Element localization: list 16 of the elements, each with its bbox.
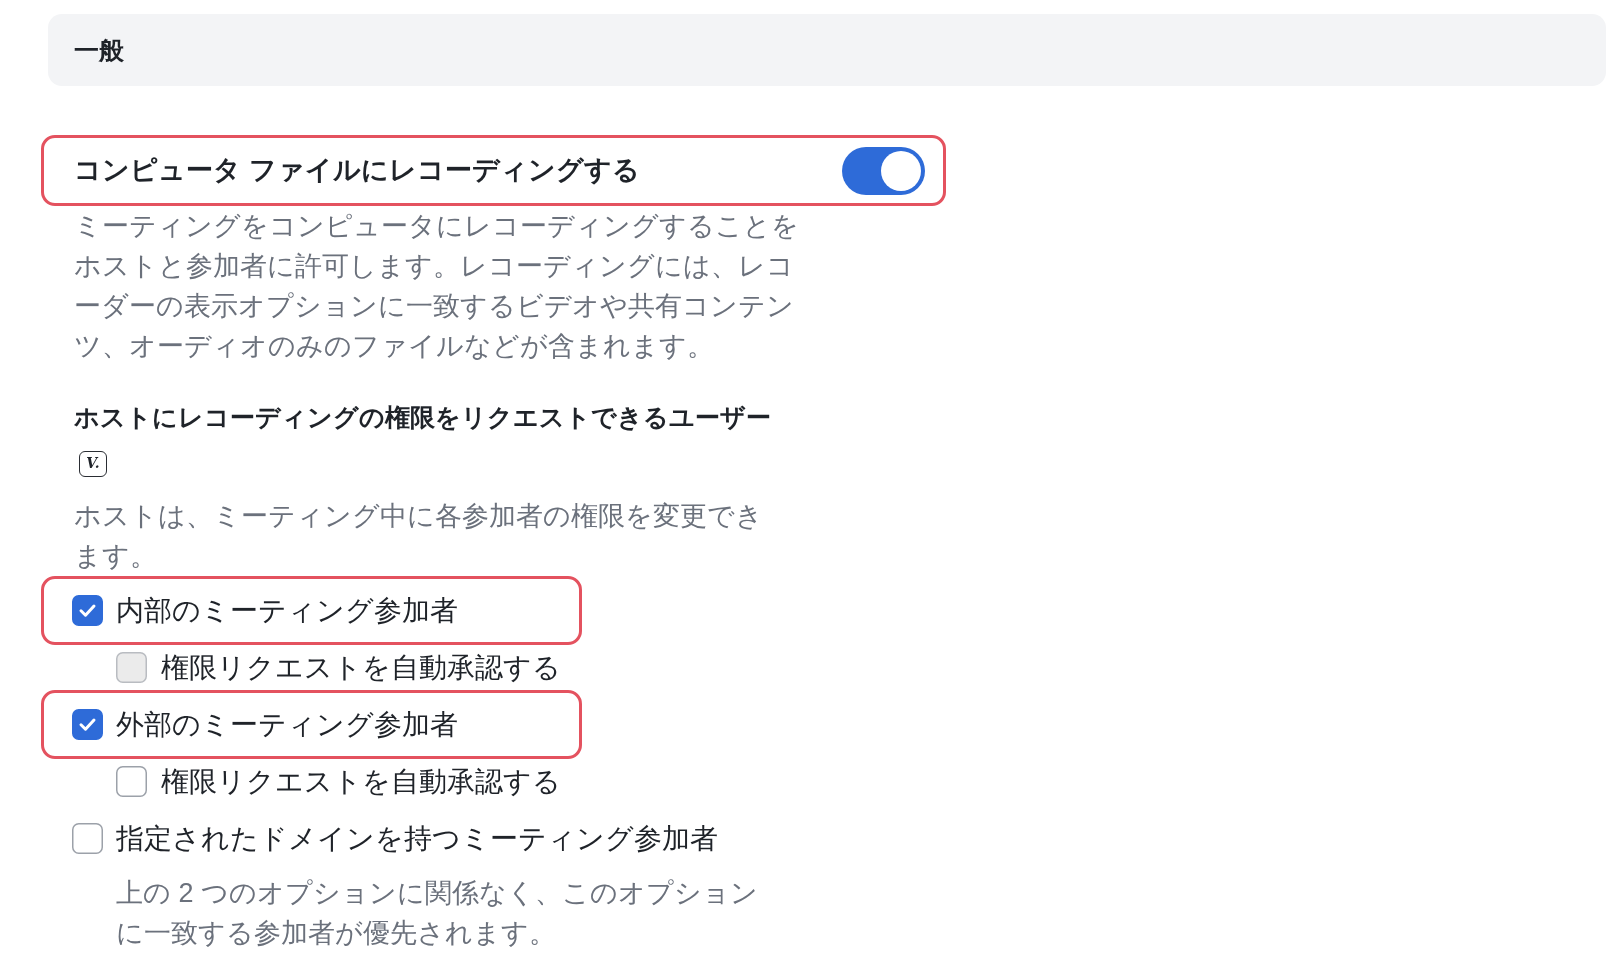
letter-badge: V. <box>79 451 107 477</box>
option-description: 上の 2 つのオプションに関係なく、このオプションに一致する参加者が優先されます。 <box>116 877 760 950</box>
checkbox-label[interactable]: 外部のミーティング参加者 <box>116 707 458 742</box>
checkbox[interactable] <box>72 595 103 626</box>
group-description: ホストは、ミーティング中に各参加者の権限を変更できます。 <box>74 500 764 573</box>
checkbox-label[interactable]: 権限リクエストを自動承認する <box>161 764 561 799</box>
setting-title: コンピュータ ファイルにレコーディングする <box>74 154 640 187</box>
checkbox[interactable] <box>116 766 147 797</box>
group-heading: ホストにレコーディングの権限をリクエストできるユーザー <box>74 403 771 431</box>
checkbox[interactable] <box>72 709 103 740</box>
checkbox-label[interactable]: 内部のミーティング参加者 <box>116 593 458 628</box>
checkbox-label[interactable]: 指定されたドメインを持つミーティング参加者 <box>116 821 718 856</box>
section-title: 一般 <box>74 35 124 65</box>
checkbox[interactable] <box>72 823 103 854</box>
toggle-switch[interactable] <box>842 146 925 195</box>
setting-description: ミーティングをコンピュータにレコーディングすることをホストと参加者に許可します。レコーディングには、レコーダーの表示オプションに一致するビデオや共有コンテンツ、オーディオのみのファイルなどが含まれます。 <box>74 210 800 363</box>
